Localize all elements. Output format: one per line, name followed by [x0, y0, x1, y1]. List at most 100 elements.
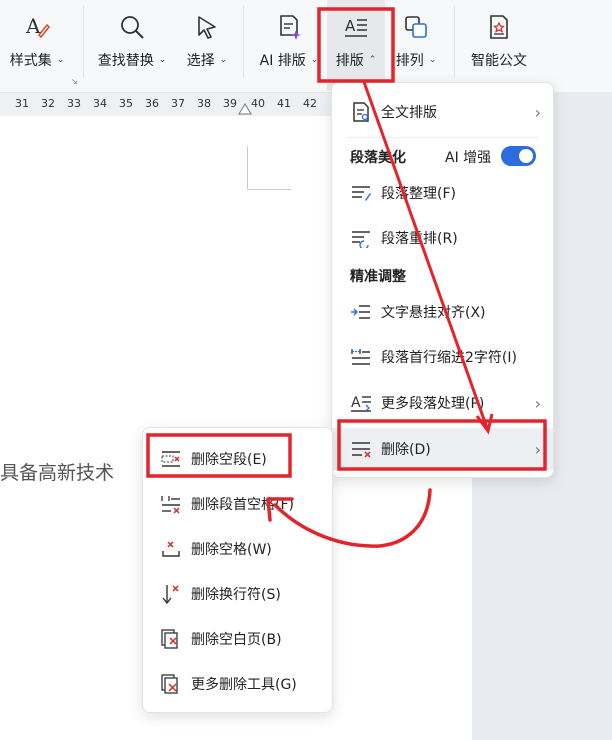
delete-space-icon: [160, 538, 182, 560]
svg-text:A: A: [345, 17, 356, 35]
document-text: 具备高新技术: [0, 462, 115, 484]
first-line-indent-item[interactable]: 段落首行缩进2字符(I): [332, 337, 553, 377]
ai-enhance-label: AI 增强: [445, 150, 492, 166]
find-replace-button[interactable]: 查找替换 ⌄: [96, 0, 168, 90]
delete-empty-paragraph-label: 删除空段(E): [191, 451, 267, 468]
search-icon: [115, 10, 149, 44]
official-doc-button[interactable]: 智能公文: [466, 0, 532, 90]
chevron-down-icon: ⌄: [219, 55, 228, 65]
delete-blank-page-icon: [160, 628, 182, 650]
delete-label: 删除(D): [381, 442, 431, 458]
paragraph-tidy-item[interactable]: 段落整理(F): [332, 173, 553, 213]
official-doc-icon: [482, 10, 516, 44]
paragraph-rearrange-icon: [350, 227, 372, 249]
paragraph-tidy-label: 段落整理(F): [381, 186, 456, 202]
toolbar-divider: [243, 6, 244, 78]
delete-empty-paragraph-icon: [160, 448, 182, 470]
svg-text:A: A: [351, 395, 361, 411]
style-set-label: 样式集: [9, 53, 52, 69]
ruler-number: 33: [67, 97, 81, 110]
delete-blank-page-label: 删除空白页(B): [191, 631, 282, 648]
section-header-beautify: 段落美化: [350, 150, 406, 166]
more-paragraph-label: 更多段落处理(P): [381, 396, 485, 412]
chevron-right-icon: ›: [534, 439, 541, 459]
ruler-number: 41: [277, 97, 291, 110]
margin-mark: [247, 146, 248, 190]
hanging-align-icon: [350, 301, 372, 323]
layout-button[interactable]: A 排版 ⌃: [327, 0, 385, 90]
chevron-right-icon: ›: [534, 102, 541, 122]
horizontal-ruler[interactable]: 31 32 33 34 35 36 37 38 39 40 41 42: [0, 92, 335, 116]
ruler-number: 34: [93, 97, 107, 110]
chevron-down-icon: ⌄: [56, 55, 65, 65]
menu-divider: [346, 423, 539, 424]
paragraph-tidy-icon: [350, 182, 372, 204]
text-hanging-align-label: 文字悬挂对齐(X): [381, 305, 486, 321]
layout-dropdown-menu: 全文排版 › 段落美化 AI 增强 段落整理(F) 段落重排(R) 精准调整 文…: [331, 82, 554, 478]
ribbon-toolbar: A 样式集 ⌄ ↘ 查找替换 ⌄ 选择 ⌄ AI 排版 ⌄ A 排版 ⌃ 排列 ⌄: [0, 0, 612, 92]
ruler-number: 37: [171, 97, 185, 110]
delete-empty-paragraph-item[interactable]: 删除空段(E): [143, 436, 332, 481]
chevron-down-icon: ⌄: [310, 55, 319, 65]
delete-blank-page-item[interactable]: 删除空白页(B): [143, 616, 332, 661]
select-button[interactable]: 选择 ⌄: [183, 0, 231, 90]
more-paragraph-item[interactable]: A 更多段落处理(P) ›: [332, 383, 553, 423]
dialog-launcher-icon[interactable]: ↘: [71, 77, 78, 86]
ruler-number: 40: [251, 97, 265, 110]
arrange-button[interactable]: 排列 ⌄: [392, 0, 440, 90]
delete-line-break-item[interactable]: 删除换行符(S): [143, 571, 332, 616]
arrange-label: 排列: [395, 53, 424, 69]
chevron-up-icon: ⌃: [368, 55, 377, 65]
ruler-number: 32: [41, 97, 55, 110]
chevron-down-icon: ⌄: [158, 55, 167, 65]
ruler-number: 39: [223, 97, 237, 110]
ai-layout-icon: [272, 10, 306, 44]
delete-space-label: 删除空格(W): [191, 541, 272, 558]
more-delete-tools-item[interactable]: 更多删除工具(G): [143, 661, 332, 706]
delete-line-break-icon: [160, 583, 182, 605]
section-header-precise: 精准调整: [350, 269, 406, 285]
indent-marker-icon[interactable]: [238, 103, 252, 115]
ruler-number: 36: [145, 97, 159, 110]
style-set-icon: A: [20, 10, 54, 44]
delete-submenu: 删除空段(E) 删除段首空格(F) 删除空格(W) 删除换行符(S) 删除空白页…: [142, 427, 333, 713]
find-replace-label: 查找替换: [97, 53, 154, 69]
text-hanging-align-item[interactable]: 文字悬挂对齐(X): [332, 292, 553, 332]
full-text-layout-label: 全文排版: [381, 105, 437, 121]
first-line-indent-icon: [350, 346, 372, 368]
first-line-indent-label: 段落首行缩进2字符(I): [381, 350, 517, 366]
select-label: 选择: [186, 53, 215, 69]
delete-leading-space-label: 删除段首空格(F): [191, 496, 294, 513]
document-layout-icon: [350, 101, 372, 123]
toolbar-divider: [83, 6, 84, 78]
delete-item[interactable]: 删除(D) ›: [332, 428, 553, 470]
delete-lines-icon: [350, 438, 372, 460]
cursor-icon: [190, 10, 224, 44]
chevron-right-icon: ›: [534, 393, 541, 413]
official-doc-label: 智能公文: [471, 53, 527, 69]
ruler-number: 31: [15, 97, 29, 110]
more-delete-tools-label: 更多删除工具(G): [191, 676, 297, 693]
menu-divider: [346, 137, 539, 138]
more-delete-tools-icon: [160, 673, 182, 695]
layout-icon: A: [339, 10, 373, 44]
paragraph-rearrange-item[interactable]: 段落重排(R): [332, 218, 553, 258]
paragraph-rearrange-label: 段落重排(R): [381, 231, 458, 247]
ruler-number: 35: [119, 97, 133, 110]
style-set-button[interactable]: A 样式集 ⌄: [7, 0, 67, 90]
toolbar-divider: [454, 6, 455, 78]
ai-enhance-toggle[interactable]: [501, 146, 536, 166]
more-paragraph-icon: A: [350, 392, 372, 414]
delete-leading-space-item[interactable]: 删除段首空格(F): [143, 481, 332, 526]
arrange-icon: [399, 10, 433, 44]
ruler-number: 38: [197, 97, 211, 110]
chevron-down-icon: ⌄: [428, 55, 437, 65]
ruler-number: 42: [303, 97, 317, 110]
ai-layout-label: AI 排版: [259, 53, 306, 69]
full-text-layout-item[interactable]: 全文排版 ›: [332, 92, 553, 132]
delete-leading-space-icon: [160, 493, 182, 515]
layout-label: 排版: [335, 53, 364, 69]
ai-layout-button[interactable]: AI 排版 ⌄: [258, 0, 320, 90]
delete-space-item[interactable]: 删除空格(W): [143, 526, 332, 571]
delete-line-break-label: 删除换行符(S): [191, 586, 281, 603]
